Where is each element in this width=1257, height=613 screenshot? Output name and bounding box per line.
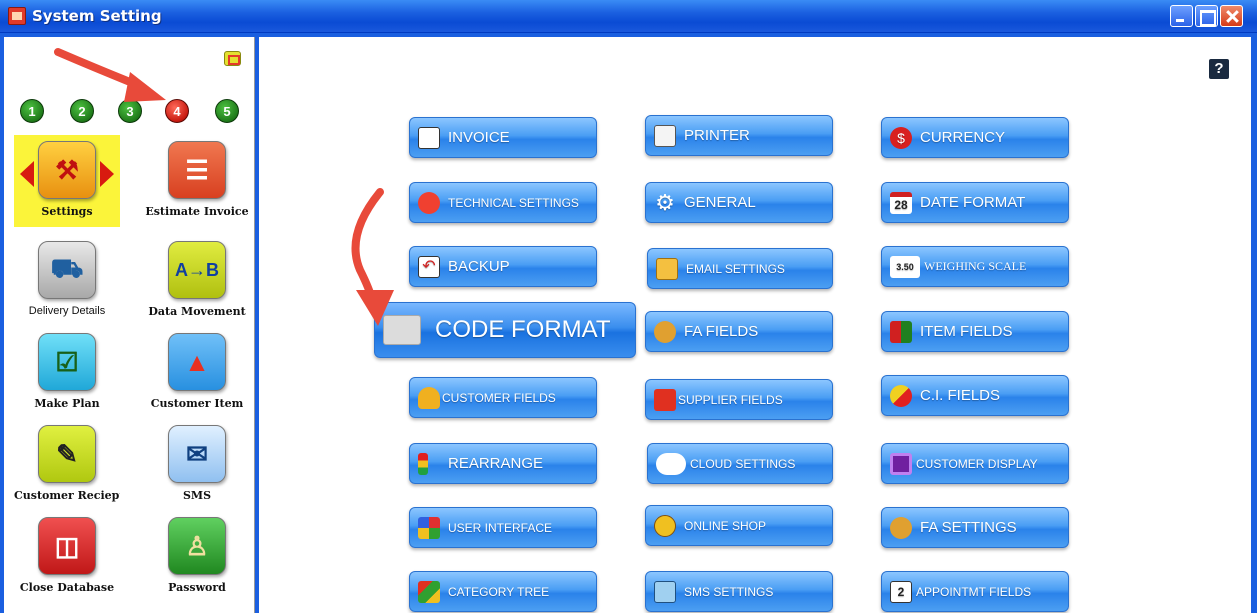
technical-settings-button[interactable]: TECHNICAL SETTINGS — [409, 182, 597, 223]
gear-icon: ⚙ — [655, 189, 675, 215]
sms-settings-icon — [654, 580, 676, 603]
printer-icon — [654, 124, 676, 147]
appointment-fields-button[interactable]: 2 APPOINTMT FIELDS — [881, 571, 1069, 612]
previous-arrow-icon[interactable] — [20, 161, 34, 187]
fa-settings-button[interactable]: FA SETTINGS — [881, 507, 1069, 548]
page-button-2[interactable]: 2 — [70, 99, 94, 123]
customer-fields-button[interactable]: CUSTOMER FIELDS — [409, 377, 597, 418]
customer-fields-icon — [418, 386, 440, 409]
help-icon[interactable]: ? — [1209, 59, 1229, 79]
page-button-4[interactable]: 4 — [165, 99, 189, 123]
invoice-icon — [418, 126, 440, 149]
close-database-icon: ◫ — [38, 517, 96, 575]
estimate-invoice-icon: ☰ — [168, 141, 226, 199]
close-button[interactable] — [1220, 5, 1243, 27]
weighing-scale-button[interactable]: 3.50 WEIGHING SCALE — [881, 246, 1069, 287]
sidebar-item-label: Data Movement — [148, 305, 246, 318]
code-format-button[interactable]: CODE FORMAT — [374, 302, 636, 358]
item-fields-button[interactable]: ITEM FIELDS — [881, 311, 1069, 352]
app-cart-icon — [8, 7, 26, 25]
sidebar-item-delivery-details[interactable]: ⛟ Delivery Details — [14, 235, 120, 317]
sidebar-item-customer-item[interactable]: ▲ Customer Item — [144, 327, 250, 410]
customer-receipt-icon: ✎ — [38, 425, 96, 483]
sidebar-item-label: Estimate Invoice — [145, 205, 249, 218]
rearrange-icon — [418, 452, 428, 475]
sidebar: 1 2 3 4 5 ⚒ Settings ☰ Estimate Invoice … — [4, 37, 255, 613]
page-button-5[interactable]: 5 — [215, 99, 239, 123]
password-user-icon: ♙ — [168, 517, 226, 575]
customer-item-icon: ▲ — [168, 333, 226, 391]
appointment-calendar-icon: 2 — [890, 580, 912, 603]
next-arrow-icon[interactable] — [100, 161, 114, 187]
email-settings-button[interactable]: EMAIL SETTINGS — [647, 248, 833, 289]
ci-fields-button[interactable]: C.I. FIELDS — [881, 375, 1069, 416]
backup-arrow-icon: ↶ — [418, 255, 440, 278]
code-format-icon — [383, 315, 421, 345]
calendar-icon: 28 — [890, 191, 912, 214]
sidebar-item-label: Make Plan — [34, 397, 100, 410]
category-tree-button[interactable]: CATEGORY TREE — [409, 571, 597, 612]
supplier-truck-icon — [654, 388, 676, 411]
fa-settings-icon — [890, 516, 912, 539]
currency-icon: $ — [890, 126, 912, 149]
sidebar-item-data-movement[interactable]: A→B Data Movement — [144, 235, 250, 318]
sidebar-item-make-plan[interactable]: ☑ Make Plan — [14, 327, 120, 410]
category-tree-icon — [418, 580, 440, 603]
date-format-button[interactable]: 28 DATE FORMAT — [881, 182, 1069, 223]
title-bar: System Setting — [0, 0, 1257, 33]
sidebar-item-label: Customer Item — [150, 397, 244, 410]
page-button-1[interactable]: 1 — [20, 99, 44, 123]
sidebar-item-label: Delivery Details — [28, 305, 106, 317]
settings-panel: ? INVOICE PRINTER $ CURRENCY TECHNICAL S… — [259, 37, 1251, 613]
minimize-button[interactable] — [1170, 5, 1193, 27]
sidebar-item-estimate-invoice[interactable]: ☰ Estimate Invoice — [144, 135, 250, 218]
backup-button[interactable]: ↶ BACKUP — [409, 246, 597, 287]
toggle-view-icon[interactable] — [224, 51, 241, 66]
printer-button[interactable]: PRINTER — [645, 115, 833, 156]
user-interface-button[interactable]: USER INTERFACE — [409, 507, 597, 548]
technical-settings-icon — [418, 191, 440, 214]
online-shop-button[interactable]: ONLINE SHOP — [645, 505, 833, 546]
window-title: System Setting — [32, 7, 162, 25]
cloud-icon — [656, 452, 686, 475]
rearrange-button[interactable]: REARRANGE — [409, 443, 597, 484]
supplier-fields-button[interactable]: SUPPLIER FIELDS — [645, 379, 833, 420]
settings-tools-icon: ⚒ — [38, 141, 96, 199]
invoice-button[interactable]: INVOICE — [409, 117, 597, 158]
sidebar-item-customer-receipt[interactable]: ✎ Customer Reciept — [14, 419, 120, 502]
sidebar-item-label: Customer Reciept — [14, 489, 120, 502]
customer-display-button[interactable]: CUSTOMER DISPLAY — [881, 443, 1069, 484]
sidebar-item-label: Password — [168, 581, 226, 594]
sms-settings-button[interactable]: SMS SETTINGS — [645, 571, 833, 612]
item-fields-icon — [890, 320, 912, 343]
sidebar-item-label: SMS — [182, 489, 212, 502]
make-plan-icon: ☑ — [38, 333, 96, 391]
sidebar-item-sms[interactable]: ✉ SMS — [144, 419, 250, 502]
data-movement-icon: A→B — [168, 241, 226, 299]
page-button-3[interactable]: 3 — [118, 99, 142, 123]
email-icon — [656, 257, 678, 280]
sidebar-item-close-database[interactable]: ◫ Close Database — [14, 511, 120, 594]
currency-button[interactable]: $ CURRENCY — [881, 117, 1069, 158]
user-interface-icon — [418, 516, 440, 539]
sidebar-item-settings[interactable]: ⚒ Settings — [14, 135, 120, 227]
weighing-scale-icon: 3.50 — [890, 255, 920, 278]
fa-fields-button[interactable]: FA FIELDS — [645, 311, 833, 352]
fa-fields-icon — [654, 320, 676, 343]
sms-icon: ✉ — [168, 425, 226, 483]
ci-fields-icon — [890, 384, 912, 407]
sidebar-item-label: Settings — [41, 205, 93, 218]
sidebar-item-password[interactable]: ♙ Password — [144, 511, 250, 594]
delivery-truck-icon: ⛟ — [38, 241, 96, 299]
globe-icon — [654, 514, 676, 537]
maximize-button[interactable] — [1195, 5, 1218, 27]
cloud-settings-button[interactable]: CLOUD SETTINGS — [647, 443, 833, 484]
general-button[interactable]: ⚙ GENERAL — [645, 182, 833, 223]
sidebar-item-label: Close Database — [19, 581, 115, 594]
customer-display-icon — [890, 452, 912, 475]
